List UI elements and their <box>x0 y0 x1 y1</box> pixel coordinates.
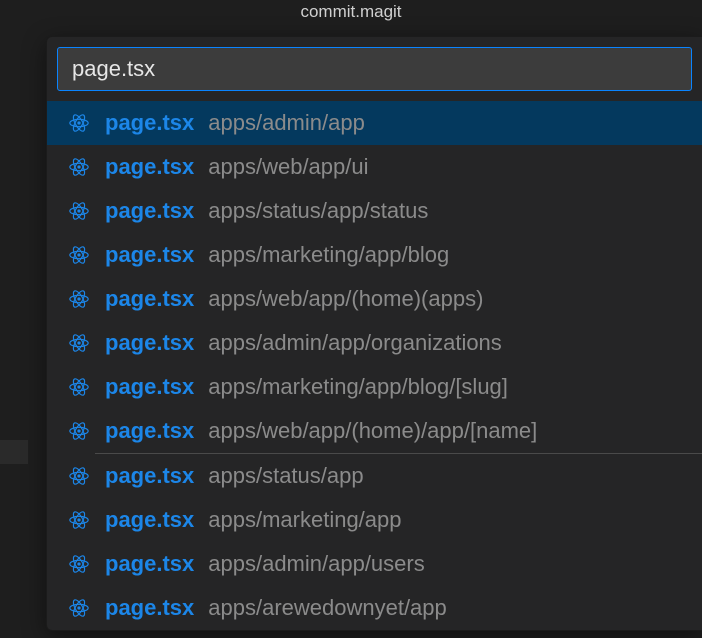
react-ts-icon <box>67 596 91 620</box>
result-path: apps/arewedownyet/app <box>208 595 684 621</box>
result-path: apps/web/app/(home)(apps) <box>208 286 684 312</box>
result-filename: page.tsx <box>105 463 194 489</box>
result-filename: page.tsx <box>105 374 194 400</box>
window-title: commit.magit <box>0 2 702 22</box>
quick-open-result[interactable]: page.tsx apps/marketing/app/blog <box>47 233 702 277</box>
result-filename: page.tsx <box>105 110 194 136</box>
workspace: commit.magit page.tsxapps/admin/apppage.… <box>0 0 702 638</box>
result-filename: page.tsx <box>105 242 194 268</box>
quick-open-result[interactable]: page.tsx apps/web/app/ui <box>47 145 702 189</box>
quick-open-input[interactable] <box>72 56 677 82</box>
react-ts-icon <box>67 508 91 532</box>
quick-open-result[interactable]: page.tsx apps/arewedownyet/app <box>47 586 702 630</box>
result-filename: page.tsx <box>105 330 194 356</box>
react-ts-icon <box>67 199 91 223</box>
quick-open-result[interactable]: page.tsx apps/admin/app <box>47 101 702 145</box>
react-ts-icon <box>67 243 91 267</box>
result-filename: page.tsx <box>105 154 194 180</box>
react-ts-icon <box>67 375 91 399</box>
quick-open-result[interactable]: page.tsx apps/status/app <box>47 454 702 498</box>
react-ts-icon <box>67 111 91 135</box>
result-path: apps/admin/app/organizations <box>208 330 684 356</box>
react-ts-icon <box>67 287 91 311</box>
quick-open-result[interactable]: page.tsx apps/marketing/app <box>47 498 702 542</box>
sidebar-stub <box>0 440 28 464</box>
result-filename: page.tsx <box>105 286 194 312</box>
result-filename: page.tsx <box>105 551 194 577</box>
result-filename: page.tsx <box>105 507 194 533</box>
quick-open-results: page.tsx apps/admin/app page.tsx apps/web/a… <box>47 101 702 630</box>
quick-open-result[interactable]: page.tsx apps/web/app/(home)(apps) <box>47 277 702 321</box>
result-path: apps/admin/app <box>208 110 684 136</box>
quick-open-result[interactable]: page.tsx apps/admin/app/organizations <box>47 321 702 365</box>
react-ts-icon <box>67 419 91 443</box>
react-ts-icon <box>67 155 91 179</box>
react-ts-icon <box>67 464 91 488</box>
quick-open-panel: page.tsx apps/admin/app page.tsx apps/web/a… <box>46 36 702 631</box>
quick-open-result[interactable]: page.tsx apps/status/app/status <box>47 189 702 233</box>
react-ts-icon <box>67 552 91 576</box>
quick-open-result[interactable]: page.tsx apps/marketing/app/blog/[slug] <box>47 365 702 409</box>
result-path: apps/marketing/app/blog <box>208 242 684 268</box>
quick-open-result[interactable]: page.tsx apps/admin/app/users <box>47 542 702 586</box>
result-path: apps/status/app/status <box>208 198 684 224</box>
result-filename: page.tsx <box>105 418 194 444</box>
quick-open-result[interactable]: page.tsx apps/web/app/(home)/app/[name] <box>47 409 702 453</box>
result-filename: page.tsx <box>105 595 194 621</box>
result-path: apps/status/app <box>208 463 684 489</box>
quick-open-input-wrapper[interactable] <box>57 47 692 91</box>
result-path: apps/marketing/app <box>208 507 684 533</box>
result-path: apps/admin/app/users <box>208 551 684 577</box>
result-path: apps/marketing/app/blog/[slug] <box>208 374 684 400</box>
result-path: apps/web/app/ui <box>208 154 684 180</box>
react-ts-icon <box>67 331 91 355</box>
result-path: apps/web/app/(home)/app/[name] <box>208 418 684 444</box>
result-filename: page.tsx <box>105 198 194 224</box>
